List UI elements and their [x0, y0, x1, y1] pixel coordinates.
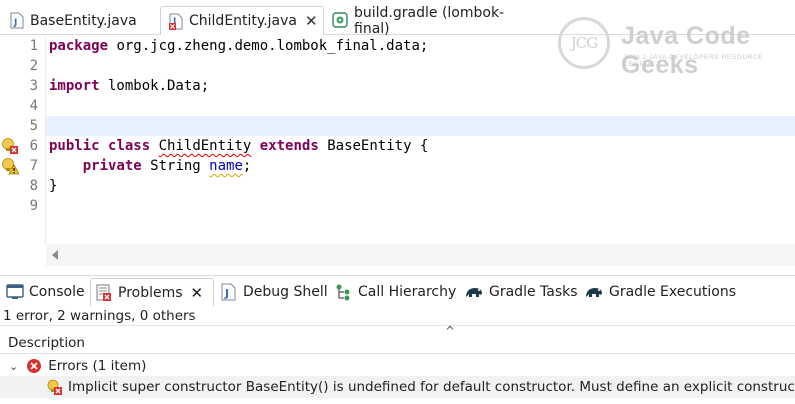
problem-message: Implicit super constructor BaseEntity() …: [68, 379, 795, 395]
tab-label: Gradle Executions: [609, 284, 737, 300]
tab-child-entity[interactable]: J ChildEntity.java ✕: [160, 6, 324, 35]
code-line[interactable]: 3 import lombok.Data;: [0, 76, 795, 96]
code-text: private String name;: [49, 156, 252, 176]
java-file-error-icon: J: [169, 13, 183, 30]
close-icon[interactable]: ✕: [305, 12, 318, 30]
code-line[interactable]: 1 package org.jcg.zheng.demo.lombok_final…: [0, 36, 795, 56]
code-editor[interactable]: 1 package org.jcg.zheng.demo.lombok_final…: [0, 36, 795, 266]
close-icon[interactable]: ✕: [191, 284, 204, 302]
horizontal-scrollbar[interactable]: [46, 244, 795, 266]
call-hierarchy-icon: [336, 284, 350, 301]
column-header-description[interactable]: Description: [0, 332, 795, 354]
gradle-executions-icon: [586, 288, 602, 297]
tab-label: ChildEntity.java: [189, 13, 297, 29]
warning-marker-icon[interactable]: [1, 157, 19, 175]
code-line-area[interactable]: }: [46, 176, 795, 196]
code-text: }: [49, 176, 57, 196]
code-token: import: [49, 78, 100, 94]
tab-label: Gradle Tasks: [489, 284, 578, 300]
tab-label: Problems: [118, 284, 183, 301]
tab-base-entity[interactable]: J BaseEntity.java: [2, 6, 158, 35]
line-number: 8: [29, 178, 38, 194]
error-bulb-icon: [47, 379, 62, 395]
tab-label: Console: [29, 284, 85, 300]
code-token: org.jcg.zheng.demo.lombok_final.data;: [108, 38, 429, 54]
line-number: 7: [29, 158, 38, 174]
problem-group-label: Errors (1 item): [48, 358, 147, 374]
tab-console[interactable]: Console: [6, 278, 85, 306]
code-line-area[interactable]: import lombok.Data;: [46, 76, 795, 96]
code-token: String: [141, 158, 210, 174]
code-line-area[interactable]: [46, 56, 795, 76]
code-line[interactable]: 2: [0, 56, 795, 76]
code-token: }: [49, 178, 58, 194]
code-token: name: [209, 158, 243, 174]
debug-shell-icon: J: [221, 283, 236, 301]
tab-problems[interactable]: Problems ✕: [90, 278, 214, 306]
code-token: lombok.Data;: [99, 78, 210, 94]
code-line-area[interactable]: [46, 96, 795, 116]
svg-text:J: J: [224, 287, 229, 300]
code-token: class: [108, 138, 151, 154]
problem-group-errors[interactable]: ⌄ Errors (1 item): [0, 355, 795, 377]
line-number: 4: [29, 98, 38, 114]
code-line-area[interactable]: [46, 196, 795, 216]
code-token: ;: [242, 158, 252, 174]
tab-gradle-tasks[interactable]: Gradle Tasks: [464, 278, 578, 306]
code-line-area[interactable]: package org.jcg.zheng.demo.lombok_final.…: [46, 36, 795, 56]
code-text: package org.jcg.zheng.demo.lombok_final.…: [49, 36, 428, 56]
tab-build-gradle[interactable]: build.gradle (lombok-final): [324, 4, 534, 37]
gradle-tasks-icon: [466, 288, 482, 297]
console-icon: [6, 284, 24, 299]
tab-label: BaseEntity.java: [30, 12, 137, 29]
code-line-area[interactable]: public class ChildEntity extends BaseEnt…: [46, 136, 795, 156]
svg-text:J: J: [13, 18, 17, 28]
error-marker-icon[interactable]: [1, 137, 19, 155]
scroll-left-icon[interactable]: [52, 250, 58, 260]
line-number: 9: [29, 198, 38, 214]
code-line-area[interactable]: [46, 116, 795, 136]
code-line[interactable]: 5: [0, 116, 795, 136]
tab-gradle-executions[interactable]: Gradle Executions: [584, 278, 736, 306]
code-token: private: [82, 158, 142, 174]
error-icon: [27, 359, 42, 373]
line-number: 1: [29, 38, 38, 54]
code-line-area[interactable]: private String name;: [46, 156, 795, 176]
code-line[interactable]: 8}: [0, 176, 795, 196]
tab-label: build.gradle (lombok-final): [354, 4, 505, 37]
problems-summary: 1 error, 2 warnings, 0 others: [0, 306, 795, 326]
chevron-down-icon[interactable]: ⌄: [9, 360, 18, 373]
tab-debug-shell[interactable]: J Debug Shell: [220, 278, 328, 306]
code-line[interactable]: 7 private String name;: [0, 156, 795, 176]
code-line[interactable]: 6 public class ChildEntity extends BaseEn…: [0, 136, 795, 156]
problem-item[interactable]: Implicit super constructor BaseEntity() …: [0, 376, 795, 398]
tab-label: Call Hierarchy: [358, 284, 457, 300]
line-number: 5: [29, 118, 38, 134]
code-token: ChildEntity: [158, 138, 252, 154]
code-token: package: [49, 38, 109, 54]
code-text: public class ChildEntity extends BaseEnt…: [49, 136, 428, 156]
tab-label: Debug Shell: [243, 284, 328, 300]
code-token: extends: [259, 138, 319, 154]
code-line[interactable]: 9: [0, 196, 795, 216]
code-token: BaseEntity {: [318, 138, 429, 154]
tab-call-hierarchy[interactable]: Call Hierarchy: [335, 278, 456, 306]
view-tab-bar: Console Problems ✕ J Debug Shell Call Hi…: [0, 275, 795, 306]
problems-icon: [96, 284, 111, 301]
code-token: public: [49, 138, 100, 154]
code-line[interactable]: 4: [0, 96, 795, 116]
code-text: import lombok.Data;: [49, 76, 209, 96]
gradle-file-icon: [332, 12, 348, 28]
java-file-icon: J: [10, 12, 24, 29]
line-number: 6: [29, 138, 38, 154]
line-number: 2: [29, 58, 38, 74]
line-number: 3: [29, 78, 38, 94]
